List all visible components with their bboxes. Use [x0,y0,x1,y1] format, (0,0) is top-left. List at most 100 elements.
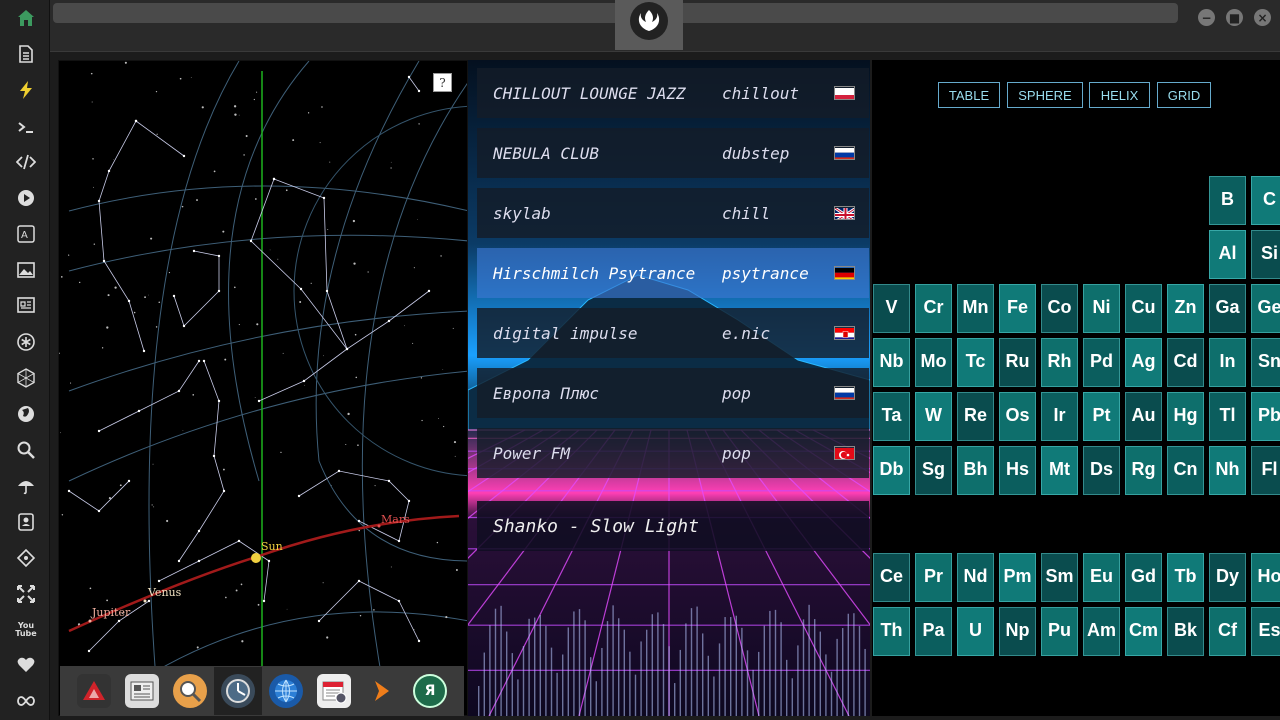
tag-nav-button[interactable] [13,545,39,571]
element-tile[interactable]: V [873,284,910,333]
element-tile[interactable]: Ge [1251,284,1280,333]
terminal-nav-button[interactable] [13,114,39,140]
element-tile[interactable]: Am [1083,607,1120,656]
element-tile[interactable]: Ga [1209,284,1246,333]
element-tile[interactable]: Co [1041,284,1078,333]
element-tile[interactable]: Os [999,392,1036,441]
element-tile[interactable]: Ho [1251,553,1280,602]
radio-station-item[interactable]: Power FM pop [477,428,869,478]
element-tile[interactable]: Pd [1083,338,1120,387]
element-tile[interactable]: Eu [1083,553,1120,602]
dock-item-news-reader[interactable] [118,667,166,715]
element-tile[interactable]: B [1209,176,1246,225]
element-tile[interactable]: Au [1125,392,1162,441]
close-button[interactable]: × [1254,9,1271,26]
element-tile[interactable]: Pu [1041,607,1078,656]
element-tile[interactable]: C [1251,176,1280,225]
news-nav-button[interactable] [13,292,39,318]
dock-item-globe-app[interactable] [262,667,310,715]
help-button[interactable]: ? [433,73,452,92]
element-tile[interactable]: Bk [1167,607,1204,656]
hexagon-nav-button[interactable] [13,365,39,391]
element-tile[interactable]: Pa [915,607,952,656]
element-tile[interactable]: Dy [1209,553,1246,602]
element-tile[interactable]: Tb [1167,553,1204,602]
contacts-nav-button[interactable] [13,509,39,535]
element-tile[interactable]: Sg [915,446,952,495]
umbrella-nav-button[interactable] [13,473,39,499]
element-tile[interactable]: Mo [915,338,952,387]
dock-item-red-triangle-app[interactable] [70,667,118,715]
element-tile[interactable]: Gd [1125,553,1162,602]
element-tile[interactable]: Bh [957,446,994,495]
element-tile[interactable]: Sm [1041,553,1078,602]
table-view-button[interactable]: TABLE [938,82,1000,108]
element-tile[interactable]: W [915,392,952,441]
radio-station-item[interactable]: NEBULA CLUB dubstep [477,128,869,178]
element-tile[interactable]: In [1209,338,1246,387]
radio-station-item[interactable]: Европа Плюс pop [477,368,869,418]
dock-item-yandex-app[interactable]: Я [406,667,454,715]
element-tile[interactable]: Pb [1251,392,1280,441]
element-tile[interactable]: Cr [915,284,952,333]
element-tile[interactable]: Cn [1167,446,1204,495]
element-tile[interactable]: Hg [1167,392,1204,441]
element-tile[interactable]: Hs [999,446,1036,495]
element-tile[interactable]: Si [1251,230,1280,279]
dock-item-clock-app[interactable] [214,667,262,715]
element-tile[interactable]: Mt [1041,446,1078,495]
element-tile[interactable]: Fe [999,284,1036,333]
element-tile[interactable]: Sn [1251,338,1280,387]
element-tile[interactable]: Mn [957,284,994,333]
rebel-logo-tab[interactable] [615,0,683,50]
grid-view-button[interactable]: GRID [1157,82,1211,108]
element-tile[interactable]: Fl [1251,446,1280,495]
asterisk-nav-button[interactable] [13,329,39,355]
element-tile[interactable]: Db [873,446,910,495]
dock-item-magnifier-app[interactable] [166,667,214,715]
element-tile[interactable]: Al [1209,230,1246,279]
radio-station-item[interactable]: Hirschmilch Psytrance psytrance [477,248,869,298]
element-tile[interactable]: Zn [1167,284,1204,333]
radio-station-item[interactable]: CHILLOUT LOUNGE JAZZ chillout [477,68,869,118]
search-nav-button[interactable] [13,437,39,463]
element-tile[interactable]: Ag [1125,338,1162,387]
element-tile[interactable]: Th [873,607,910,656]
element-tile[interactable]: Cd [1167,338,1204,387]
element-tile[interactable]: Cu [1125,284,1162,333]
infinity-nav-button[interactable] [13,688,39,714]
element-tile[interactable]: U [957,607,994,656]
element-tile[interactable]: Rh [1041,338,1078,387]
element-tile[interactable]: Tc [957,338,994,387]
element-tile[interactable]: Pm [999,553,1036,602]
code-nav-button[interactable] [13,149,39,175]
fullscreen-nav-button[interactable] [13,581,39,607]
youtube-nav-button[interactable]: You Tube [13,617,39,643]
element-tile[interactable]: Rg [1125,446,1162,495]
document-nav-button[interactable] [13,41,39,67]
element-tile[interactable]: Ni [1083,284,1120,333]
helix-view-button[interactable]: HELIX [1089,82,1150,108]
element-tile[interactable]: Ir [1041,392,1078,441]
home-nav-button[interactable] [13,5,39,31]
minimize-button[interactable]: − [1198,9,1215,26]
translate-nav-button[interactable]: A [13,221,39,247]
element-tile[interactable]: Tl [1209,392,1246,441]
element-tile[interactable]: Cf [1209,607,1246,656]
heart-nav-button[interactable] [13,652,39,678]
lightning-nav-button[interactable] [13,77,39,103]
sky-map-panel[interactable]: ? Mars Sun Venus Jupiter [58,60,468,716]
radio-station-item[interactable]: digital impulse e.nic [477,308,869,358]
element-tile[interactable]: Ta [873,392,910,441]
element-tile[interactable]: Pr [915,553,952,602]
dock-item-calendar-app[interactable] [310,667,358,715]
dock-item-arrow-app[interactable] [358,667,406,715]
element-tile[interactable]: Nd [957,553,994,602]
element-tile[interactable]: Ds [1083,446,1120,495]
element-tile[interactable]: Es [1251,607,1280,656]
sphere-view-button[interactable]: SPHERE [1007,82,1083,108]
globe-nav-button[interactable] [13,401,39,427]
play-nav-button[interactable] [13,185,39,211]
element-tile[interactable]: Ce [873,553,910,602]
image-nav-button[interactable] [13,257,39,283]
